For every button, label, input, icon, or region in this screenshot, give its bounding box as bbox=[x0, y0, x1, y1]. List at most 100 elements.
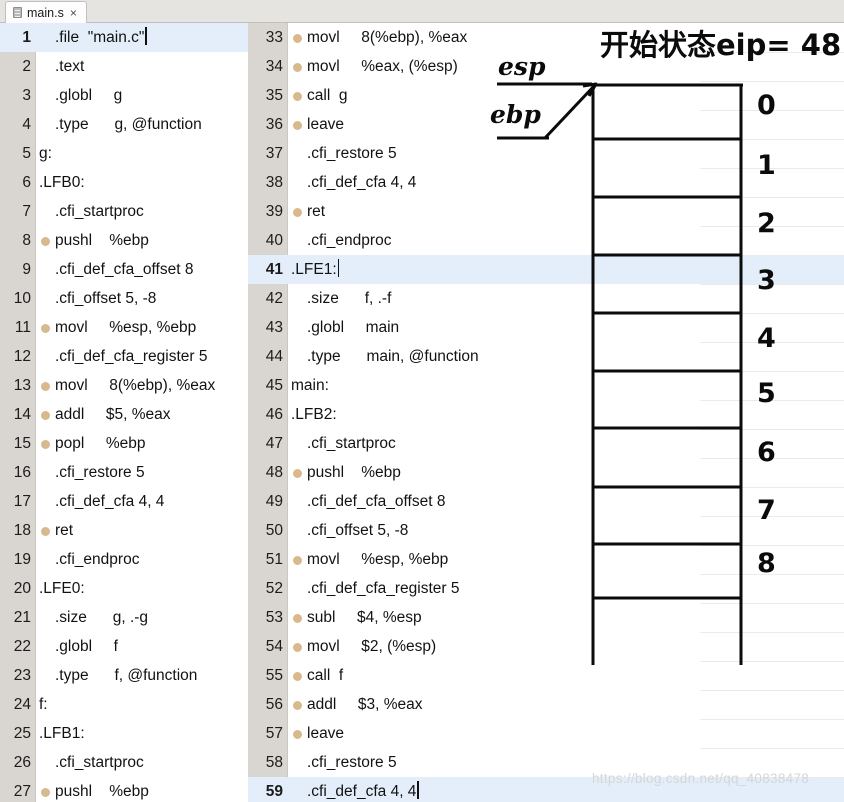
code-text: .LFB2: bbox=[291, 406, 337, 423]
line-number: 51 bbox=[265, 551, 283, 568]
code-text: .cfi_def_cfa_offset 8 bbox=[307, 493, 446, 510]
code-text: .cfi_def_cfa_register 5 bbox=[55, 348, 208, 365]
code-line[interactable]: 4 .type g, @function bbox=[0, 110, 248, 139]
code-text: .cfi_startproc bbox=[307, 435, 396, 452]
line-number: 50 bbox=[265, 522, 283, 539]
ruled-line bbox=[700, 690, 844, 691]
ruled-line bbox=[700, 284, 844, 285]
ruled-line bbox=[700, 226, 844, 227]
code-text: .cfi_def_cfa_offset 8 bbox=[55, 261, 194, 278]
ruled-line bbox=[700, 632, 844, 633]
code-line[interactable]: 5 g: bbox=[0, 139, 248, 168]
code-line[interactable]: 2 .text bbox=[0, 52, 248, 81]
code-text: .type main, @function bbox=[307, 348, 479, 365]
code-line[interactable]: 22 .globl f bbox=[0, 632, 248, 661]
code-line[interactable]: 16 .cfi_restore 5 bbox=[0, 458, 248, 487]
code-text: .cfi_endproc bbox=[55, 551, 140, 568]
code-line[interactable]: 10 .cfi_offset 5, -8 bbox=[0, 284, 248, 313]
line-number: 40 bbox=[265, 232, 283, 249]
line-number: 3 bbox=[22, 87, 31, 104]
line-number: 53 bbox=[265, 609, 283, 626]
code-line[interactable]: 15 popl %ebp bbox=[0, 429, 248, 458]
text-cursor bbox=[145, 27, 147, 45]
watermark: https://blog.csdn.net/qq_40838478 bbox=[592, 771, 810, 786]
ruled-line bbox=[700, 168, 844, 169]
code-text: addl $5, %eax bbox=[55, 406, 171, 423]
code-text: g: bbox=[39, 145, 52, 162]
code-text: .globl f bbox=[55, 638, 118, 655]
code-line[interactable]: 21 .size g, .-g bbox=[0, 603, 248, 632]
code-line[interactable]: 3 .globl g bbox=[0, 81, 248, 110]
editor-pane-left[interactable]: 1 .file "main.c" 2 .text 3 .globl g 4 .type g, … bbox=[0, 23, 248, 802]
code-line[interactable]: 23 .type f, @function bbox=[0, 661, 248, 690]
line-number: 44 bbox=[265, 348, 283, 365]
line-number: 27 bbox=[13, 783, 31, 800]
tab-label: main.s bbox=[27, 5, 64, 20]
code-text: .cfi_def_cfa_register 5 bbox=[307, 580, 460, 597]
line-number: 25 bbox=[13, 725, 31, 742]
code-line[interactable]: 20 .LFE0: bbox=[0, 574, 248, 603]
code-line[interactable]: 9 .cfi_def_cfa_offset 8 bbox=[0, 255, 248, 284]
line-number: 9 bbox=[22, 261, 31, 278]
code-text: movl 8(%ebp), %eax bbox=[307, 29, 468, 46]
code-text: .text bbox=[55, 58, 85, 75]
ruled-line bbox=[700, 545, 844, 546]
line-number: 47 bbox=[265, 435, 283, 452]
line-number: 58 bbox=[265, 754, 283, 771]
editor-pane-right[interactable]: 33 movl 8(%ebp), %eax 34 movl %eax, (%esp) 3… bbox=[248, 23, 844, 802]
code-line[interactable]: 8 pushl %ebp bbox=[0, 226, 248, 255]
code-line[interactable]: 24 f: bbox=[0, 690, 248, 719]
ruled-line bbox=[700, 110, 844, 111]
code-line[interactable]: 1 .file "main.c" bbox=[0, 23, 248, 52]
code-line[interactable]: 17 .cfi_def_cfa 4, 4 bbox=[0, 487, 248, 516]
code-text: pushl %ebp bbox=[55, 232, 149, 249]
line-number: 7 bbox=[22, 203, 31, 220]
code-line[interactable]: 26 .cfi_startproc bbox=[0, 748, 248, 777]
empty-ruled-lines bbox=[700, 23, 844, 802]
code-text: .type f, @function bbox=[55, 667, 198, 684]
code-lines-left[interactable]: 1 .file "main.c" 2 .text 3 .globl g 4 .type g, … bbox=[0, 23, 248, 802]
ruled-line bbox=[700, 139, 844, 140]
code-text: pushl %ebp bbox=[55, 783, 149, 800]
code-text: movl 8(%ebp), %eax bbox=[55, 377, 216, 394]
line-number: 6 bbox=[22, 174, 31, 191]
text-cursor bbox=[337, 259, 340, 277]
code-text: .globl g bbox=[55, 87, 123, 104]
code-line[interactable]: 27 pushl %ebp bbox=[0, 777, 248, 802]
code-line[interactable]: 18 ret bbox=[0, 516, 248, 545]
line-number: 17 bbox=[13, 493, 31, 510]
ruled-line bbox=[700, 429, 844, 430]
code-text: .LFE1: bbox=[291, 255, 340, 284]
ruled-line bbox=[700, 516, 844, 517]
line-number: 35 bbox=[265, 87, 283, 104]
code-text: movl %eax, (%esp) bbox=[307, 58, 458, 75]
code-text: main: bbox=[291, 377, 329, 394]
code-line[interactable]: 13 movl 8(%ebp), %eax bbox=[0, 371, 248, 400]
code-text: movl $2, (%esp) bbox=[307, 638, 437, 655]
code-text: .cfi_def_cfa 4, 4 bbox=[291, 777, 419, 802]
tab-main-s[interactable]: main.s × bbox=[5, 1, 87, 23]
line-number: 39 bbox=[265, 203, 283, 220]
code-text: leave bbox=[307, 116, 345, 133]
code-line[interactable]: 12 .cfi_def_cfa_register 5 bbox=[0, 342, 248, 371]
close-icon[interactable]: × bbox=[69, 7, 77, 19]
line-number: 57 bbox=[265, 725, 283, 742]
code-line[interactable]: 6 .LFB0: bbox=[0, 168, 248, 197]
line-number: 43 bbox=[265, 319, 283, 336]
code-text: addl $3, %eax bbox=[307, 696, 423, 713]
code-text: ret bbox=[55, 522, 74, 539]
code-line[interactable]: 11 movl %esp, %ebp bbox=[0, 313, 248, 342]
line-number: 55 bbox=[265, 667, 283, 684]
code-line[interactable]: 19 .cfi_endproc bbox=[0, 545, 248, 574]
code-text: subl $4, %esp bbox=[307, 609, 422, 626]
code-line[interactable]: 25 .LFB1: bbox=[0, 719, 248, 748]
line-number: 34 bbox=[265, 58, 283, 75]
ruled-line bbox=[700, 719, 844, 720]
line-number: 37 bbox=[265, 145, 283, 162]
code-line[interactable]: 7 .cfi_startproc bbox=[0, 197, 248, 226]
code-line[interactable]: 14 addl $5, %eax bbox=[0, 400, 248, 429]
ruled-line bbox=[700, 487, 844, 488]
line-number: 45 bbox=[265, 377, 283, 394]
line-number: 36 bbox=[265, 116, 283, 133]
ruled-line bbox=[700, 81, 844, 82]
